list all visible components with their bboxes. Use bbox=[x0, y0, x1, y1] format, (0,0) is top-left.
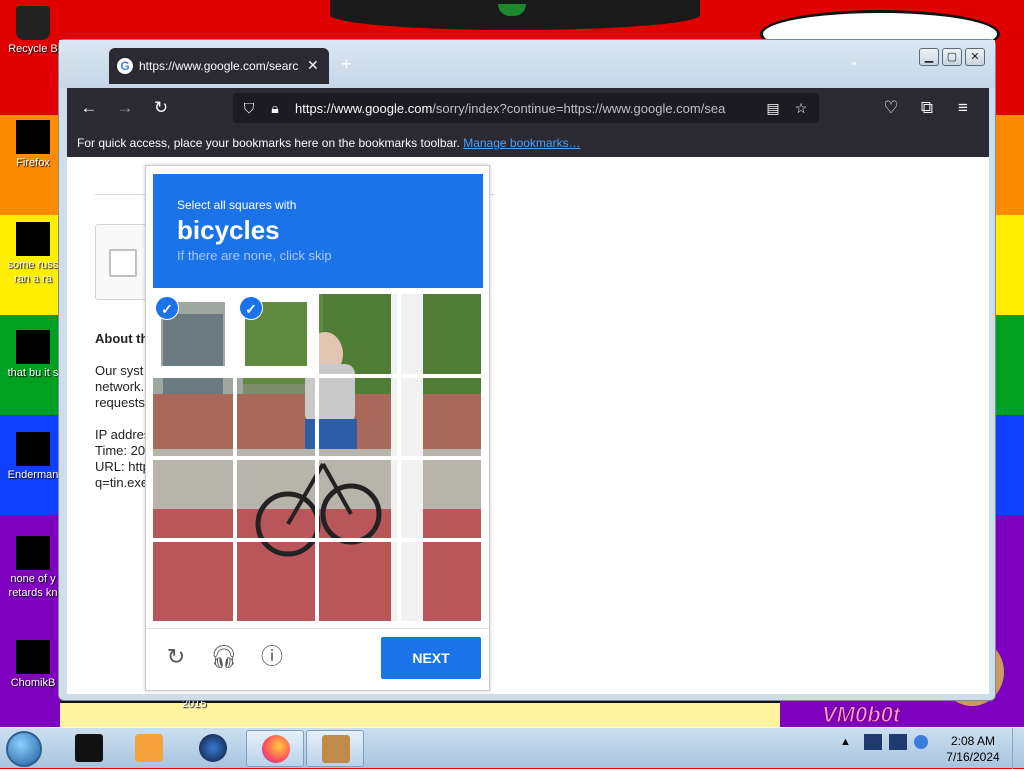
desktop-icon-none-of-y[interactable]: none of y retards kn bbox=[2, 536, 64, 600]
info-icon[interactable]: ⓘ bbox=[258, 643, 286, 671]
lock-icon[interactable]: 🔒︎ bbox=[265, 98, 285, 118]
firefox-icon bbox=[16, 120, 50, 154]
hamster-icon bbox=[16, 640, 50, 674]
manage-bookmarks-link[interactable]: Manage bookmarks… bbox=[463, 136, 580, 150]
info-line: URL: http bbox=[95, 459, 150, 474]
globe-icon bbox=[199, 734, 227, 762]
media-player-icon bbox=[135, 734, 163, 762]
tab-title: https://www.google.com/search bbox=[139, 59, 299, 73]
taskbar-clock[interactable]: 2:08 AM 7/16/2024 bbox=[934, 733, 1012, 765]
recaptcha-checkbox[interactable] bbox=[109, 249, 137, 277]
captcha-hint: If there are none, click skip bbox=[177, 248, 332, 263]
watermark-text: VM0b0t bbox=[821, 702, 901, 728]
url-path: /sorry/index?continue=https://www.google… bbox=[432, 101, 726, 116]
desktop-icon-enderman[interactable]: Enderman bbox=[2, 432, 64, 482]
volume-icon[interactable] bbox=[889, 734, 908, 750]
reload-challenge-icon[interactable]: ↻ bbox=[162, 643, 190, 671]
url-bar[interactable]: ⛉ 🔒︎ https://www.google.com/sorry/index?… bbox=[233, 93, 819, 123]
tab-close-icon[interactable]: ✕ bbox=[307, 57, 319, 74]
taskbar-globe[interactable] bbox=[184, 730, 242, 767]
menu-hamburger-icon[interactable]: ≡ bbox=[951, 96, 975, 120]
maximize-button[interactable]: ▢ bbox=[942, 48, 962, 66]
taskbar: ▲ 2:08 AM 7/16/2024 bbox=[0, 727, 1024, 769]
start-button[interactable] bbox=[6, 731, 42, 767]
captcha-target-word: bicycles bbox=[177, 215, 280, 245]
reload-icon[interactable]: ↻ bbox=[149, 96, 173, 120]
action-center-icon[interactable] bbox=[914, 735, 929, 749]
next-button[interactable]: NEXT bbox=[381, 637, 481, 679]
show-desktop-button[interactable] bbox=[1012, 728, 1024, 769]
extensions-icon[interactable]: ⧉ bbox=[915, 96, 939, 120]
recycle-bin-icon bbox=[16, 6, 50, 40]
hamster-icon bbox=[322, 735, 350, 763]
window-controls: ▁ ▢ ✕ bbox=[919, 48, 985, 66]
url-text[interactable]: https://www.google.com/sorry/index?conti… bbox=[295, 101, 763, 116]
tab-list-chevron-icon[interactable]: ⌄ bbox=[849, 54, 859, 68]
app-icon bbox=[16, 536, 50, 570]
checkmark-icon: ✓ bbox=[239, 296, 263, 320]
tab-google-search[interactable]: G https://www.google.com/search ✕ bbox=[109, 48, 329, 84]
desktop-icon-some-russ[interactable]: some russ ran a ra bbox=[2, 222, 64, 286]
paragraph-line: Our syst bbox=[95, 363, 144, 378]
tray-chevron-icon[interactable]: ▲ bbox=[840, 736, 851, 748]
clock-time: 2:08 AM bbox=[950, 734, 996, 748]
app-icon bbox=[75, 734, 103, 762]
firefox-icon bbox=[262, 735, 290, 763]
desktop-icon-that-bu[interactable]: that bu it s bbox=[2, 330, 64, 380]
back-arrow-icon[interactable]: ← bbox=[77, 96, 101, 120]
pocket-icon[interactable]: ♡ bbox=[879, 96, 903, 120]
taskbar-firefox[interactable] bbox=[246, 730, 304, 767]
app-icon bbox=[16, 432, 50, 466]
system-tray: ▲ bbox=[840, 734, 929, 750]
bookmark-star-icon[interactable]: ☆ bbox=[791, 98, 811, 118]
nav-toolbar: ← → ↻ ⛉ 🔒︎ https://www.google.com/sorry/… bbox=[67, 88, 989, 128]
taskbar-chomik-box[interactable] bbox=[306, 730, 364, 767]
network-icon[interactable] bbox=[863, 734, 882, 750]
captcha-header: Select all squares with bicycles If ther… bbox=[153, 174, 483, 288]
captcha-image-grid: ✓ ✓ bbox=[153, 294, 481, 621]
captcha-tile[interactable] bbox=[401, 294, 481, 374]
clock-date: 7/16/2024 bbox=[946, 750, 1000, 764]
paragraph-line: network. bbox=[95, 379, 145, 394]
shield-icon[interactable]: ⛉ bbox=[239, 98, 259, 118]
about-paragraph: Our syst network. requests IP addres Tim… bbox=[95, 363, 150, 491]
captcha-instruction: Select all squares with bbox=[177, 198, 297, 212]
about-heading: About th bbox=[95, 331, 149, 346]
title-bar: G https://www.google.com/search ✕ + ⌄ ▁ … bbox=[59, 40, 995, 88]
wallpaper-bottom-shape bbox=[60, 700, 780, 727]
bookmarks-hint: For quick access, place your bookmarks h… bbox=[77, 136, 460, 150]
info-line: IP addres bbox=[95, 427, 151, 442]
minimize-button[interactable]: ▁ bbox=[919, 48, 939, 66]
captcha-footer: ↻ 🎧︎ ⓘ NEXT bbox=[146, 628, 489, 690]
desktop-icon-firefox[interactable]: Firefox bbox=[2, 120, 64, 170]
url-host: https://www.google.com bbox=[295, 101, 433, 116]
close-window-button[interactable]: ✕ bbox=[965, 48, 985, 66]
folder-icon bbox=[16, 330, 50, 364]
new-tab-button[interactable]: + bbox=[341, 54, 352, 75]
checkmark-icon: ✓ bbox=[155, 296, 179, 320]
forward-arrow-icon[interactable]: → bbox=[113, 96, 137, 120]
info-line: Time: 20 bbox=[95, 443, 146, 458]
reader-view-icon[interactable]: ▤ bbox=[763, 98, 783, 118]
google-favicon-icon: G bbox=[117, 58, 133, 74]
captcha-tile[interactable] bbox=[319, 294, 397, 374]
desktop-icon-recycle-bin[interactable]: Recycle B bbox=[2, 6, 64, 56]
folder-icon bbox=[16, 222, 50, 256]
desktop-icon-chomik[interactable]: ChomikB bbox=[2, 640, 64, 690]
audio-challenge-icon[interactable]: 🎧︎ bbox=[210, 643, 238, 671]
taskbar-app-black[interactable] bbox=[60, 730, 118, 767]
taskbar-media-player[interactable] bbox=[120, 730, 178, 767]
info-line: q=tin.exe bbox=[95, 475, 149, 490]
bookmarks-toolbar: For quick access, place your bookmarks h… bbox=[67, 128, 989, 157]
captcha-challenge: Select all squares with bicycles If ther… bbox=[145, 165, 490, 691]
paragraph-line: requests bbox=[95, 395, 145, 410]
